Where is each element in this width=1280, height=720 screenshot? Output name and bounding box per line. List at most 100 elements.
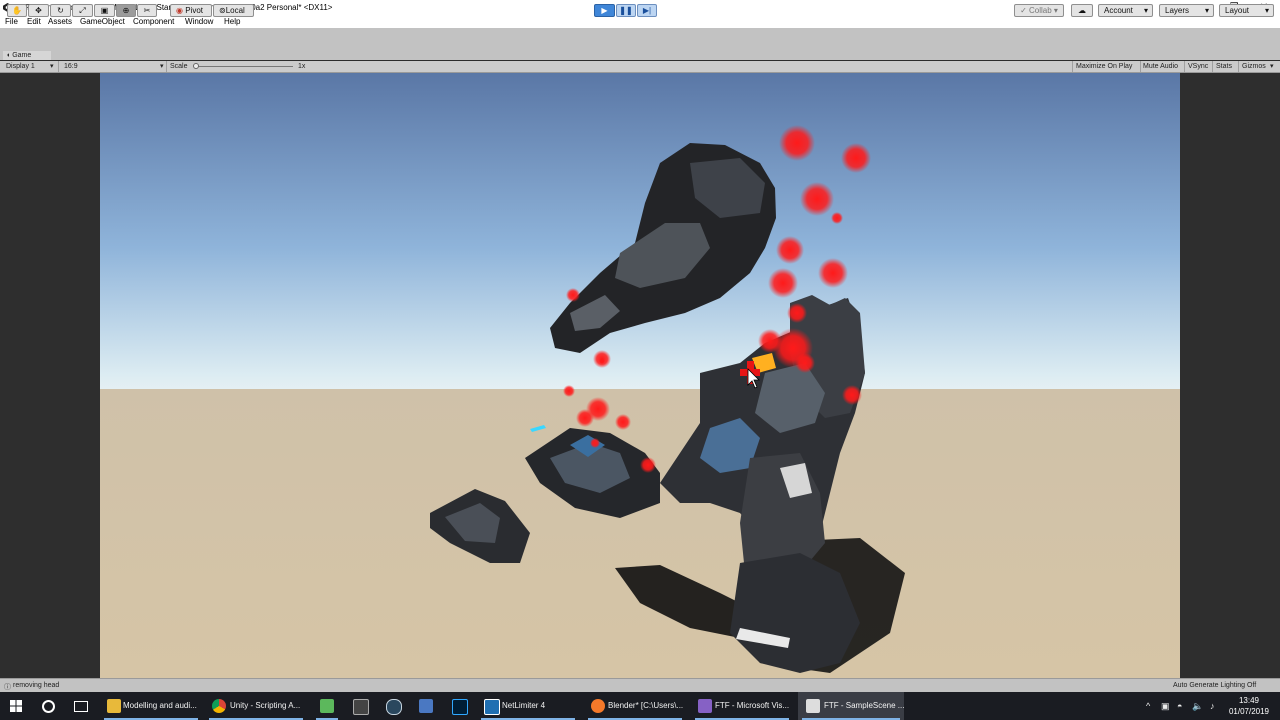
step-button[interactable]: ▶| [637, 4, 657, 17]
aspect-dropdown[interactable]: 16:9 [64, 62, 78, 71]
divider [1072, 61, 1073, 72]
account-dropdown[interactable]: Account ▾ [1098, 4, 1153, 17]
tray-app-icon[interactable]: ◓ [1177, 692, 1182, 720]
taskbar-item-notepad[interactable] [312, 692, 342, 720]
menu-help[interactable]: Help [224, 17, 240, 26]
collab-button[interactable]: ✓ Collab ▾ [1014, 4, 1064, 17]
clock-time: 13:49 [1238, 696, 1260, 705]
pivot-toggle[interactable]: ◉ Pivot [170, 4, 212, 17]
vsync-toggle[interactable]: VSync [1188, 62, 1208, 71]
divider [1140, 61, 1141, 72]
clock[interactable]: 13:49 01/07/2019 [1226, 695, 1272, 717]
cloud-button[interactable]: ☁ [1071, 4, 1093, 17]
pivot-label: Pivot [185, 6, 204, 15]
chevron-down-icon: ▾ [1143, 6, 1148, 15]
wrench-icon: ✂ [143, 6, 151, 15]
divider [1238, 61, 1239, 72]
chevron-up-icon[interactable]: ^ [1146, 692, 1150, 720]
taskbar-item-steam[interactable] [378, 692, 408, 720]
pause-button[interactable]: ❚❚ [616, 4, 636, 17]
move-icon: ✥ [35, 6, 42, 15]
local-label: Local [225, 6, 245, 15]
rotate-icon: ↻ [57, 6, 64, 15]
cortana-icon [42, 700, 55, 713]
clock-date: 01/07/2019 [1228, 707, 1270, 716]
divider [166, 61, 167, 72]
taskbar-item-photoshop[interactable] [444, 692, 474, 720]
layers-dropdown[interactable]: Layers ▾ [1159, 4, 1214, 17]
task-view-button[interactable] [64, 692, 96, 720]
taskbar-item-label: FTF - SampleScene ... [824, 701, 905, 710]
game-viewport[interactable] [100, 73, 1180, 678]
taskbar-item-unity[interactable]: FTF - SampleScene ... [798, 692, 904, 720]
photoshop-icon [452, 699, 468, 715]
rect-icon: ▣ [100, 6, 109, 15]
move-tool-button[interactable]: ✥ [28, 4, 49, 17]
scale-slider-track[interactable] [195, 66, 293, 67]
menu-window[interactable]: Window [185, 17, 213, 26]
scale-tool-button[interactable]: ⤢ [72, 4, 93, 17]
network-icon[interactable]: ▣ [1161, 692, 1170, 720]
play-button[interactable]: ▶ [594, 4, 615, 17]
taskbar-item-label: FTF - Microsoft Vis... [715, 701, 790, 710]
viewport-letterbox-right [1180, 73, 1280, 678]
menu-gameobject[interactable]: GameObject [80, 17, 125, 26]
taskbar-item-blender[interactable]: Blender* [C:\Users\... [584, 692, 686, 720]
taskbar-item-visual-studio[interactable]: FTF - Microsoft Vis... [691, 692, 793, 720]
speaker-icon[interactable]: 🔈 [1192, 692, 1203, 720]
menu-edit[interactable]: Edit [27, 17, 41, 26]
transform-tool-button[interactable]: ⊕ [116, 4, 136, 17]
folder-icon [107, 699, 121, 713]
mute-audio-toggle[interactable]: Mute Audio [1143, 62, 1178, 71]
taskbar-item-document[interactable] [411, 692, 441, 720]
notepad-icon [320, 699, 334, 713]
scale-slider-handle[interactable] [193, 63, 199, 69]
menu-component[interactable]: Component [133, 17, 174, 26]
chevron-down-icon: ▾ [1264, 6, 1269, 15]
collab-icon: ✓ [1020, 6, 1027, 15]
step-icon: ▶| [642, 6, 652, 15]
game-tab-strip [0, 50, 1280, 60]
task-view-icon [74, 701, 88, 712]
taskbar-item-explorer[interactable]: Modelling and audi... [100, 692, 202, 720]
status-bar: ⓘ removing head Auto Generate Lighting O… [0, 678, 1280, 693]
console-last-message[interactable]: removing head [13, 682, 59, 689]
hand-tool-button[interactable]: ✋ [7, 4, 27, 17]
maximize-on-play-toggle[interactable]: Maximize On Play [1076, 62, 1132, 71]
blender-icon [591, 699, 605, 713]
start-button[interactable] [0, 692, 32, 720]
taskbar-item-label: NetLimiter 4 [502, 701, 546, 710]
search-button[interactable] [32, 692, 64, 720]
taskbar-item-netlimiter[interactable]: NetLimiter 4 [477, 692, 579, 720]
toolbar [0, 28, 1280, 51]
hand-icon: ✋ [12, 6, 22, 15]
taskbar-item-chrome[interactable]: Unity - Scripting A... [205, 692, 307, 720]
ground [100, 389, 1180, 678]
volume-icon[interactable]: ♪ [1210, 692, 1215, 720]
steam-icon [386, 699, 402, 715]
chevron-down-icon: ▾ [1270, 63, 1274, 70]
chevron-down-icon: ▾ [160, 63, 164, 70]
display-dropdown[interactable]: Display 1 [6, 62, 35, 71]
taskbar-item-calculator[interactable] [345, 692, 375, 720]
rect-tool-button[interactable]: ▣ [94, 4, 115, 17]
pivot-icon: ◉ [176, 6, 183, 15]
custom-tool-button[interactable]: ✂ [137, 4, 157, 17]
visualstudio-icon [698, 699, 712, 713]
windows-logo-icon [10, 700, 22, 712]
layout-dropdown[interactable]: Layout ▾ [1219, 4, 1274, 17]
local-toggle[interactable]: ⊚Local [213, 4, 254, 17]
layers-label: Layers [1165, 6, 1190, 15]
rotate-tool-button[interactable]: ↻ [50, 4, 71, 17]
scale-icon: ⤢ [79, 6, 86, 15]
menu-assets[interactable]: Assets [48, 17, 72, 26]
chevron-down-icon: ▾ [50, 63, 54, 70]
scale-label: Scale [170, 63, 188, 70]
account-label: Account [1104, 6, 1133, 15]
gizmos-toggle[interactable]: Gizmos [1242, 62, 1266, 71]
stats-toggle[interactable]: Stats [1216, 62, 1232, 71]
game-tab[interactable]: ◖ Game [3, 51, 51, 60]
menu-file[interactable]: File [5, 17, 18, 26]
viewport-letterbox-left [0, 73, 100, 678]
divider [1184, 61, 1185, 72]
